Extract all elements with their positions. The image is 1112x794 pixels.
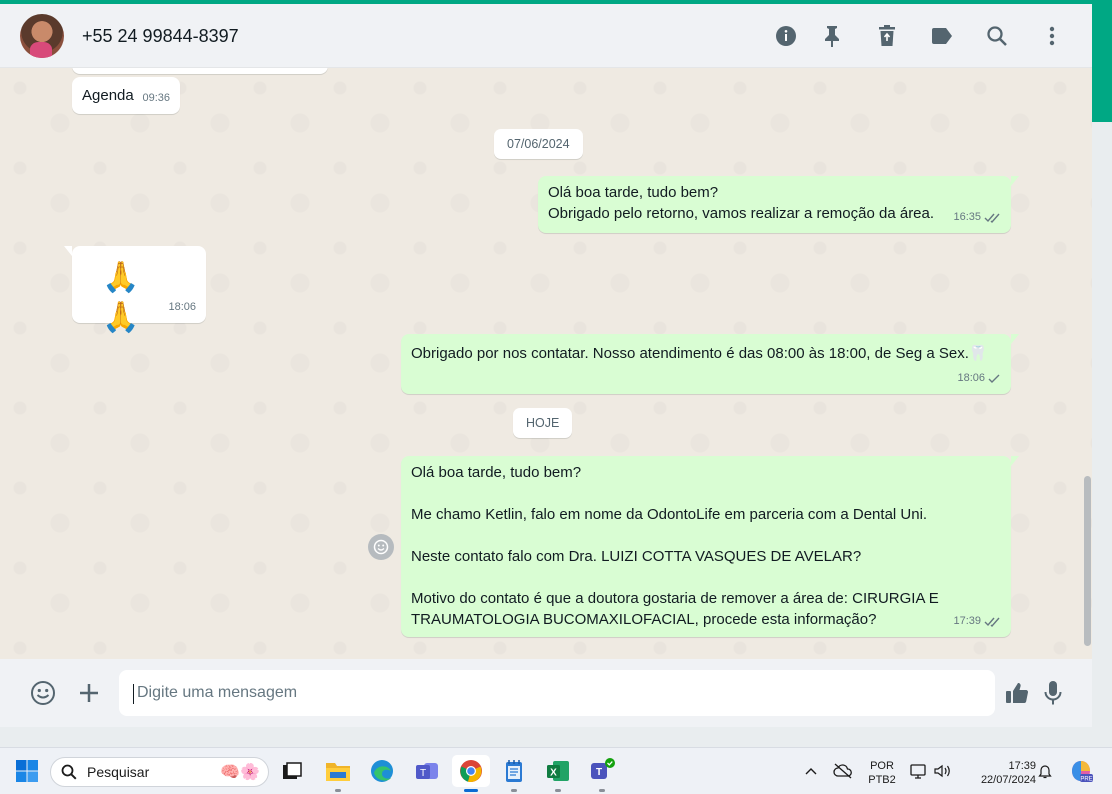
notification-bell-icon[interactable] — [1034, 755, 1056, 787]
emoji-icon[interactable] — [28, 678, 58, 708]
time-label: 17:39 — [953, 615, 981, 627]
message-list[interactable]: Agenda 09:36 07/06/2024 Olá boa tarde, t… — [0, 68, 1092, 659]
language-primary: POR — [870, 760, 894, 772]
message-text: Olá boa tarde, tudo bem? Me chamo Ketlin… — [411, 464, 939, 628]
volume-icon[interactable] — [930, 755, 954, 787]
svg-text:X: X — [550, 768, 557, 779]
windows-start-icon[interactable] — [10, 755, 44, 787]
message-text: Agenda — [82, 87, 134, 104]
date-divider: 07/06/2024 — [494, 129, 583, 159]
message-time: 17:39 — [953, 611, 1001, 632]
smiley-icon — [373, 539, 389, 555]
language-secondary: PTB2 — [868, 774, 896, 786]
system-clock[interactable]: 17:39 22/07/2024 — [962, 759, 1036, 787]
label-icon[interactable] — [928, 22, 956, 50]
message-bubble-clipped[interactable] — [72, 68, 328, 74]
message-bubble-outgoing[interactable]: Olá boa tarde, tudo bem? Me chamo Ketlin… — [401, 456, 1019, 637]
single-check-icon — [988, 374, 1000, 383]
composer-bar: Digite uma mensagem — [0, 659, 1092, 727]
time-label: 18:06 — [957, 372, 985, 384]
network-icon[interactable] — [906, 755, 932, 787]
chrome-browser-icon[interactable] — [452, 755, 490, 792]
teams-icon[interactable]: T — [410, 755, 444, 787]
message-bubble-outgoing[interactable]: Olá boa tarde, tudo bem? Obrigado pelo r… — [538, 176, 1019, 233]
search-icon — [61, 764, 77, 780]
attach-plus-icon[interactable] — [74, 678, 104, 708]
clock-date: 22/07/2024 — [980, 774, 1036, 786]
svg-text:PRE: PRE — [1080, 777, 1092, 783]
chat-scrollbar-thumb[interactable] — [1084, 476, 1091, 646]
react-emoji-button[interactable] — [368, 534, 394, 560]
search-icon[interactable] — [983, 22, 1011, 50]
date-divider: HOJE — [513, 408, 573, 438]
teams-new-icon[interactable]: T — [585, 755, 619, 792]
edge-browser-icon[interactable] — [365, 755, 399, 787]
message-time: 18:06 — [168, 297, 196, 318]
message-time: 09:36 — [142, 88, 170, 109]
right-accent-strip — [1092, 4, 1112, 122]
notepad-icon[interactable] — [497, 755, 531, 792]
microphone-icon[interactable] — [1038, 678, 1068, 708]
clock-time: 17:39 — [1008, 760, 1036, 772]
windows-taskbar: Pesquisar 🧠🌸 T X T POR PTB2 17:39 22/07/… — [0, 747, 1112, 794]
time-label: 18:06 — [168, 301, 196, 313]
onedrive-offline-icon[interactable] — [830, 755, 856, 787]
double-check-icon — [984, 617, 1000, 627]
svg-text:T: T — [596, 767, 602, 778]
message-input-placeholder: Digite uma mensagem — [137, 684, 298, 701]
contact-name[interactable]: +55 24 99844-8397 — [82, 26, 239, 47]
window-bottom-gap — [0, 727, 1112, 747]
text-caret — [133, 684, 134, 704]
message-time: 18:06 — [957, 368, 1001, 389]
avatar[interactable] — [20, 14, 64, 58]
message-bubble-outgoing[interactable]: Obrigado por nos contatar. Nosso atendim… — [401, 334, 1019, 394]
right-side-gutter — [1092, 122, 1112, 727]
menu-icon[interactable] — [1038, 22, 1066, 50]
tray-chevron-up-icon[interactable] — [800, 755, 822, 787]
delete-icon[interactable] — [873, 22, 901, 50]
message-text: Olá boa tarde, tudo bem? Obrigado pelo r… — [548, 184, 935, 222]
input-language[interactable]: POR PTB2 — [864, 759, 900, 787]
svg-text:T: T — [420, 768, 426, 779]
chat-header[interactable]: +55 24 99844-8397 — [0, 4, 1092, 68]
time-label: 09:36 — [142, 92, 170, 104]
task-view-icon[interactable] — [275, 755, 309, 787]
double-check-icon — [984, 213, 1000, 223]
message-bubble-incoming[interactable]: 🙏 🙏 18:06 — [64, 246, 206, 334]
taskbar-search[interactable]: Pesquisar 🧠🌸 — [50, 757, 269, 787]
info-icon[interactable] — [772, 22, 800, 50]
message-text: Obrigado por nos contatar. Nosso atendim… — [411, 345, 988, 362]
taskbar-search-label: Pesquisar — [87, 764, 150, 780]
copilot-icon[interactable]: PRE — [1066, 755, 1096, 787]
search-highlight-icon: 🧠🌸 — [220, 764, 260, 781]
excel-icon[interactable]: X — [541, 755, 575, 792]
file-explorer-icon[interactable] — [321, 755, 355, 792]
message-bubble-incoming[interactable]: Agenda 09:36 — [72, 77, 180, 114]
message-emoji: 🙏 🙏 — [102, 261, 146, 334]
pin-icon[interactable] — [818, 22, 846, 50]
message-time: 16:35 — [953, 207, 1001, 228]
time-label: 16:35 — [953, 211, 981, 223]
message-input[interactable]: Digite uma mensagem — [119, 670, 995, 716]
thumbs-up-icon[interactable] — [1002, 678, 1032, 708]
